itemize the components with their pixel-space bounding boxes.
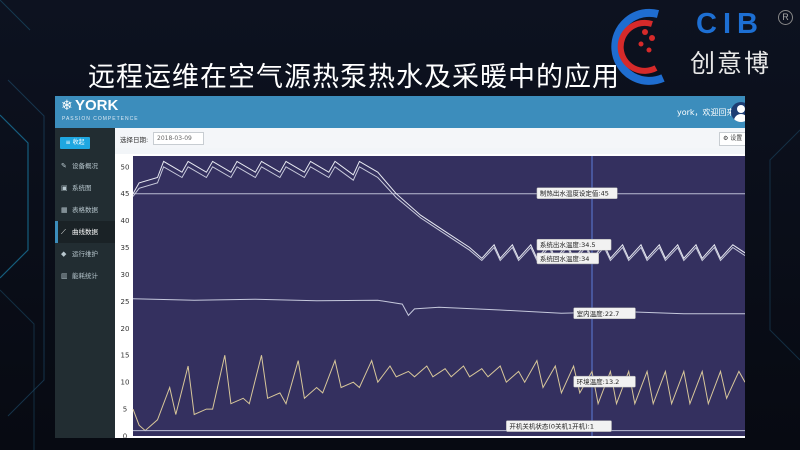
sidebar-item-label: 系统图 [72, 184, 92, 192]
line-chart-icon: ⟋ [61, 228, 66, 236]
brand-subtitle: PASSION COMPETENCE [62, 116, 139, 122]
curve-chart-panel: 0 5 10 15 20 25 30 35 40 45 50 制热出水温度设定值:45 系统出水温度:3… [115, 154, 745, 438]
temperature-curve-chart[interactable]: 0 5 10 15 20 25 30 35 40 45 50 制热出水温度设定值:45 系统出水温度:3… [115, 154, 745, 438]
sidebar-item-label: 曲线数据 [72, 228, 98, 236]
settings-label: 设置 [730, 135, 743, 142]
y-tick-label: 30 [121, 271, 130, 279]
date-input[interactable]: 2018-03-09 [153, 132, 204, 145]
cib-logo: CIB R 创意博 [608, 4, 800, 90]
app-header: ❄ YORK PASSION COMPETENCE york，欢迎回来! [55, 96, 745, 128]
welcome-message: york，欢迎回来! [677, 108, 738, 117]
user-avatar-icon[interactable] [731, 102, 745, 122]
sidebar-item-label: 运行维护 [72, 250, 98, 258]
series-tooltip-label: 系统出水温度:34.5 [540, 240, 596, 249]
sidebar-item-label: 能耗统计 [72, 272, 98, 280]
slide-title: 远程运维在空气源热泵热水及采暖中的应用 [88, 62, 620, 93]
sidebar: ≡ 收起 ✎ 设备概况 ▣ 系统图 ▦ 表格数据 ⟋ 曲线数据 ◆ 运行维护 ▥… [55, 128, 115, 438]
series-tooltip-label: 制热出水温度设定值:45 [540, 189, 609, 198]
y-tick-label: 5 [123, 406, 127, 414]
y-tick-label: 35 [121, 244, 130, 252]
y-tick-label: 10 [121, 379, 130, 387]
series-tooltip-label: 系统回水温度:34 [540, 254, 589, 263]
sidebar-item-energy-stats[interactable]: ▥ 能耗统计 [55, 265, 115, 287]
collapse-label: 收起 [72, 139, 85, 146]
brand-name: YORK [75, 97, 119, 114]
bar-chart-icon: ▥ [61, 272, 68, 280]
y-tick-label: 15 [121, 352, 130, 360]
logo-chinese-name: 创意博 [690, 49, 772, 78]
settings-button[interactable]: ⚙ 设置 [719, 132, 745, 146]
registered-mark: R [778, 10, 793, 25]
collapse-sidebar-button[interactable]: ≡ 收起 [60, 137, 90, 149]
snowflake-icon: ❄ [61, 98, 73, 114]
y-tick-label: 50 [121, 163, 130, 171]
sidebar-item-device-overview[interactable]: ✎ 设备概况 [55, 155, 115, 177]
sidebar-item-maintenance[interactable]: ◆ 运行维护 [55, 243, 115, 265]
sidebar-item-curve-data[interactable]: ⟋ 曲线数据 [55, 221, 115, 243]
y-tick-label: 25 [121, 298, 130, 306]
series-tooltip-label: 环境温度:13.2 [577, 377, 620, 386]
sidebar-item-label: 设备概况 [72, 162, 98, 170]
image-icon: ▣ [61, 184, 68, 192]
series-tooltip-label: 开机关机状态(0关机1开机):1 [509, 422, 594, 431]
y-tick-label: 40 [121, 217, 130, 225]
diamond-icon: ◆ [61, 250, 67, 258]
table-icon: ▦ [61, 206, 68, 214]
date-toolbar: 选择日期: 2018-03-09 ⚙ 设置 [115, 128, 745, 148]
y-tick-label: 20 [121, 325, 130, 333]
monitoring-app-screenshot: ❄ YORK PASSION COMPETENCE york，欢迎回来! ≡ 收… [55, 96, 745, 438]
sidebar-item-table-data[interactable]: ▦ 表格数据 [55, 199, 115, 221]
sidebar-item-label: 表格数据 [72, 206, 98, 214]
series-tooltip-label: 室内温度:22.7 [577, 309, 620, 318]
sidebar-item-system-diagram[interactable]: ▣ 系统图 [55, 177, 115, 199]
main-content: 选择日期: 2018-03-09 ⚙ 设置 0 5 10 15 20 25 30 35 40 45… [115, 128, 745, 438]
y-tick-label: 45 [121, 190, 130, 198]
date-label: 选择日期: [120, 136, 149, 144]
york-brand[interactable]: ❄ YORK PASSION COMPETENCE [55, 96, 138, 128]
edit-icon: ✎ [61, 162, 67, 170]
plot-area [133, 156, 745, 436]
y-tick-label: 0 [123, 433, 127, 439]
logo-wordmark: CIB [696, 8, 764, 40]
